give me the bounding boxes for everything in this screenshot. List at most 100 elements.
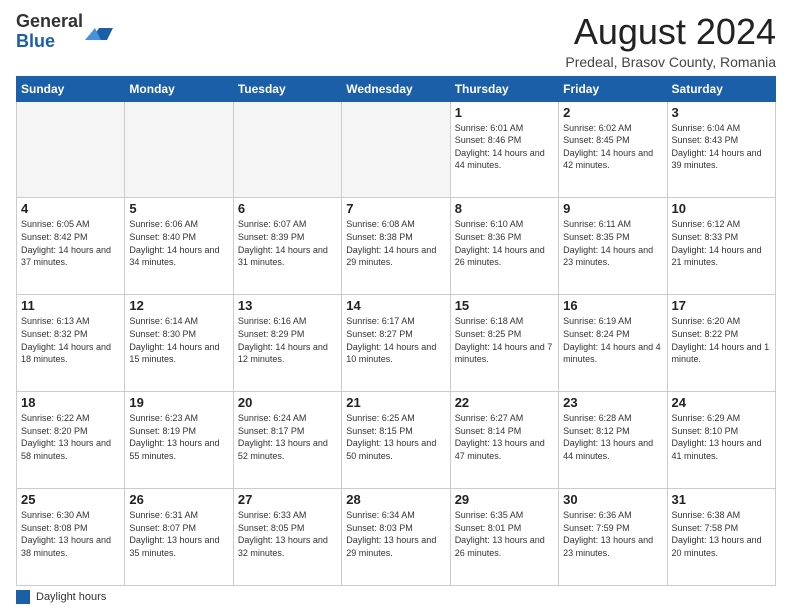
- calendar-cell: 17Sunrise: 6:20 AM Sunset: 8:22 PM Dayli…: [667, 295, 775, 392]
- calendar-cell: 19Sunrise: 6:23 AM Sunset: 8:19 PM Dayli…: [125, 392, 233, 489]
- day-number: 19: [129, 395, 228, 410]
- calendar-cell: 14Sunrise: 6:17 AM Sunset: 8:27 PM Dayli…: [342, 295, 450, 392]
- calendar-cell: 31Sunrise: 6:38 AM Sunset: 7:58 PM Dayli…: [667, 489, 775, 586]
- day-info: Sunrise: 6:17 AM Sunset: 8:27 PM Dayligh…: [346, 315, 445, 365]
- calendar-cell: 24 Sunrise: 6:29 AM Sunset: 8:10 PM Dayli…: [667, 392, 775, 489]
- calendar-table: SundayMondayTuesdayWednesdayThursdayFrid…: [16, 76, 776, 586]
- day-number: 2: [563, 105, 662, 120]
- calendar-cell: 5 Sunrise: 6:06 AM Sunset: 8:40 PM Daylig…: [125, 198, 233, 295]
- day-number: 30: [563, 492, 662, 507]
- day-number: 12: [129, 298, 228, 313]
- day-info: Sunrise: 6:24 AM Sunset: 8:17 PM Dayligh…: [238, 412, 337, 462]
- calendar-cell: 12 Sunrise: 6:14 AM Sunset: 8:30 PM Dayli…: [125, 295, 233, 392]
- day-info: Sunrise: 6:08 AM Sunset: 8:38 PM Dayligh…: [346, 218, 445, 268]
- calendar-week-row: 1 Sunrise: 6:01 AM Sunset: 8:46 PM Daylig…: [17, 101, 776, 198]
- logo-blue-text: Blue: [16, 31, 55, 51]
- calendar-cell: 8 Sunrise: 6:10 AM Sunset: 8:36 PM Daylig…: [450, 198, 558, 295]
- calendar-cell: 23 Sunrise: 6:28 AM Sunset: 8:12 PM Dayli…: [559, 392, 667, 489]
- calendar-week-row: 18Sunrise: 6:22 AM Sunset: 8:20 PM Dayli…: [17, 392, 776, 489]
- day-info: Sunrise: 6:01 AM Sunset: 8:46 PM Dayligh…: [455, 122, 554, 172]
- day-number: 28: [346, 492, 445, 507]
- calendar-cell: [342, 101, 450, 198]
- calendar-week-row: 25Sunrise: 6:30 AM Sunset: 8:08 PM Dayli…: [17, 489, 776, 586]
- calendar-day-header: Saturday: [667, 76, 775, 101]
- day-info: Sunrise: 6:35 AM Sunset: 8:01 PM Dayligh…: [455, 509, 554, 559]
- day-info: Sunrise: 6:02 AM Sunset: 8:45 PM Dayligh…: [563, 122, 662, 172]
- day-info: Sunrise: 6:11 AM Sunset: 8:35 PM Dayligh…: [563, 218, 662, 268]
- day-info: Sunrise: 6:18 AM Sunset: 8:25 PM Dayligh…: [455, 315, 554, 365]
- day-info: Sunrise: 6:05 AM Sunset: 8:42 PM Dayligh…: [21, 218, 120, 268]
- day-info: Sunrise: 6:13 AM Sunset: 8:32 PM Dayligh…: [21, 315, 120, 365]
- day-number: 10: [672, 201, 771, 216]
- day-info: Sunrise: 6:36 AM Sunset: 7:59 PM Dayligh…: [563, 509, 662, 559]
- day-info: Sunrise: 6:16 AM Sunset: 8:29 PM Dayligh…: [238, 315, 337, 365]
- day-info: Sunrise: 6:27 AM Sunset: 8:14 PM Dayligh…: [455, 412, 554, 462]
- day-info: Sunrise: 6:20 AM Sunset: 8:22 PM Dayligh…: [672, 315, 771, 365]
- day-number: 5: [129, 201, 228, 216]
- calendar-cell: [125, 101, 233, 198]
- day-info: Sunrise: 6:14 AM Sunset: 8:30 PM Dayligh…: [129, 315, 228, 365]
- logo: General Blue: [16, 12, 113, 52]
- calendar-day-header: Tuesday: [233, 76, 341, 101]
- calendar-cell: 25Sunrise: 6:30 AM Sunset: 8:08 PM Dayli…: [17, 489, 125, 586]
- day-number: 23: [563, 395, 662, 410]
- day-info: Sunrise: 6:33 AM Sunset: 8:05 PM Dayligh…: [238, 509, 337, 559]
- calendar-week-row: 4 Sunrise: 6:05 AM Sunset: 8:42 PM Daylig…: [17, 198, 776, 295]
- calendar-cell: [233, 101, 341, 198]
- day-number: 13: [238, 298, 337, 313]
- calendar-day-header: Monday: [125, 76, 233, 101]
- day-info: Sunrise: 6:28 AM Sunset: 8:12 PM Dayligh…: [563, 412, 662, 462]
- day-info: Sunrise: 6:06 AM Sunset: 8:40 PM Dayligh…: [129, 218, 228, 268]
- day-number: 21: [346, 395, 445, 410]
- calendar-cell: 22 Sunrise: 6:27 AM Sunset: 8:14 PM Dayli…: [450, 392, 558, 489]
- calendar-cell: 21 Sunrise: 6:25 AM Sunset: 8:15 PM Dayli…: [342, 392, 450, 489]
- day-number: 4: [21, 201, 120, 216]
- legend-label: Daylight hours: [36, 591, 106, 603]
- calendar-cell: 4 Sunrise: 6:05 AM Sunset: 8:42 PM Daylig…: [17, 198, 125, 295]
- day-number: 9: [563, 201, 662, 216]
- calendar-day-header: Thursday: [450, 76, 558, 101]
- calendar-cell: 13 Sunrise: 6:16 AM Sunset: 8:29 PM Dayli…: [233, 295, 341, 392]
- day-info: Sunrise: 6:30 AM Sunset: 8:08 PM Dayligh…: [21, 509, 120, 559]
- footer: Daylight hours: [16, 590, 776, 604]
- title-block: August 2024 Predeal, Brasov County, Roma…: [565, 12, 776, 70]
- calendar-cell: [17, 101, 125, 198]
- day-info: Sunrise: 6:25 AM Sunset: 8:15 PM Dayligh…: [346, 412, 445, 462]
- day-number: 22: [455, 395, 554, 410]
- calendar-cell: 1 Sunrise: 6:01 AM Sunset: 8:46 PM Daylig…: [450, 101, 558, 198]
- calendar-cell: 7 Sunrise: 6:08 AM Sunset: 8:38 PM Daylig…: [342, 198, 450, 295]
- day-number: 1: [455, 105, 554, 120]
- header: General Blue August 2024 Predeal, Brasov…: [16, 12, 776, 70]
- month-year: August 2024: [565, 12, 776, 52]
- day-number: 26: [129, 492, 228, 507]
- day-info: Sunrise: 6:38 AM Sunset: 7:58 PM Dayligh…: [672, 509, 771, 559]
- calendar-cell: 20Sunrise: 6:24 AM Sunset: 8:17 PM Dayli…: [233, 392, 341, 489]
- day-info: Sunrise: 6:07 AM Sunset: 8:39 PM Dayligh…: [238, 218, 337, 268]
- logo-general-text: General: [16, 11, 83, 31]
- calendar-day-header: Sunday: [17, 76, 125, 101]
- day-info: Sunrise: 6:22 AM Sunset: 8:20 PM Dayligh…: [21, 412, 120, 462]
- calendar-cell: 6Sunrise: 6:07 AM Sunset: 8:39 PM Daylig…: [233, 198, 341, 295]
- legend-color-box: [16, 590, 30, 604]
- calendar-cell: 26 Sunrise: 6:31 AM Sunset: 8:07 PM Dayli…: [125, 489, 233, 586]
- day-info: Sunrise: 6:10 AM Sunset: 8:36 PM Dayligh…: [455, 218, 554, 268]
- page: General Blue August 2024 Predeal, Brasov…: [0, 0, 792, 612]
- calendar-cell: 3Sunrise: 6:04 AM Sunset: 8:43 PM Daylig…: [667, 101, 775, 198]
- day-number: 24: [672, 395, 771, 410]
- day-info: Sunrise: 6:34 AM Sunset: 8:03 PM Dayligh…: [346, 509, 445, 559]
- logo-icon: [85, 18, 113, 46]
- calendar-cell: 28 Sunrise: 6:34 AM Sunset: 8:03 PM Dayli…: [342, 489, 450, 586]
- calendar-cell: 30 Sunrise: 6:36 AM Sunset: 7:59 PM Dayli…: [559, 489, 667, 586]
- day-info: Sunrise: 6:29 AM Sunset: 8:10 PM Dayligh…: [672, 412, 771, 462]
- calendar-cell: 11 Sunrise: 6:13 AM Sunset: 8:32 PM Dayli…: [17, 295, 125, 392]
- calendar-cell: 29Sunrise: 6:35 AM Sunset: 8:01 PM Dayli…: [450, 489, 558, 586]
- calendar-day-header: Friday: [559, 76, 667, 101]
- day-info: Sunrise: 6:12 AM Sunset: 8:33 PM Dayligh…: [672, 218, 771, 268]
- day-number: 11: [21, 298, 120, 313]
- day-number: 8: [455, 201, 554, 216]
- day-info: Sunrise: 6:31 AM Sunset: 8:07 PM Dayligh…: [129, 509, 228, 559]
- day-number: 7: [346, 201, 445, 216]
- day-number: 15: [455, 298, 554, 313]
- calendar-header-row: SundayMondayTuesdayWednesdayThursdayFrid…: [17, 76, 776, 101]
- day-info: Sunrise: 6:04 AM Sunset: 8:43 PM Dayligh…: [672, 122, 771, 172]
